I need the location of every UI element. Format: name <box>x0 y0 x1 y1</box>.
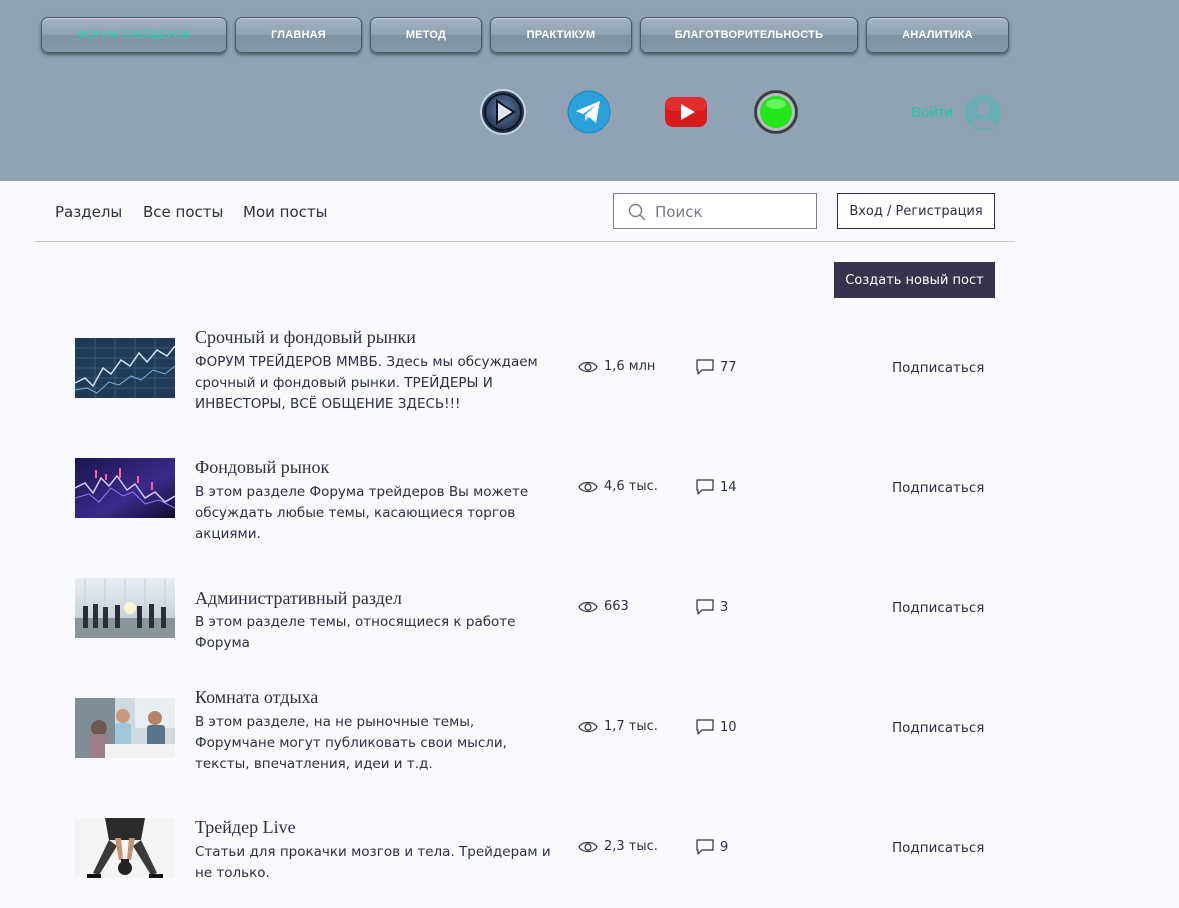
nav-method[interactable]: МЕТОД <box>370 17 482 53</box>
category-row[interactable]: Комната отдыха В этом разделе, на не рын… <box>0 678 1179 798</box>
login-link[interactable]: Войти <box>911 104 953 121</box>
views-count: 663 <box>604 599 629 614</box>
category-title[interactable]: Комната отдыха <box>195 687 318 708</box>
category-title[interactable]: Срочный и фондовый рынки <box>195 327 416 348</box>
eye-icon <box>578 721 598 732</box>
youtube-icon[interactable] <box>662 88 710 136</box>
comments-stat: 9 <box>696 839 728 855</box>
comments-count: 77 <box>720 359 737 375</box>
purple-chart-image <box>75 458 175 518</box>
nav-home[interactable]: ГЛАВНАЯ <box>235 17 362 53</box>
green-button-icon[interactable] <box>752 88 800 136</box>
login-register-button[interactable]: Вход / Регистрация <box>837 193 995 229</box>
views-stat: 2,3 тыс. <box>578 839 658 854</box>
eye-icon <box>578 481 598 492</box>
tab-sections[interactable]: Разделы <box>55 203 122 221</box>
search-input[interactable]: Поиск <box>613 193 817 229</box>
create-post-button[interactable]: Создать новый пост <box>834 262 995 298</box>
category-description: В этом разделе темы, относящиеся к работ… <box>195 614 516 651</box>
comments-stat: 10 <box>696 719 737 735</box>
tab-my-posts[interactable]: Мои посты <box>243 203 327 221</box>
views-count: 1,7 тыс. <box>604 719 658 734</box>
search-placeholder: Поиск <box>655 203 703 221</box>
kettlebell-image <box>75 818 175 878</box>
comment-icon <box>696 719 714 735</box>
video-play-icon[interactable] <box>479 88 527 136</box>
views-stat: 4,6 тыс. <box>578 479 658 494</box>
category-row[interactable]: Административный раздел В этом разделе т… <box>0 558 1179 678</box>
category-description: В этом разделе Форума трейдеров Вы может… <box>195 484 529 542</box>
views-stat: 1,6 млн <box>578 359 655 374</box>
comments-stat: 77 <box>696 359 737 375</box>
views-stat: 1,7 тыс. <box>578 719 658 734</box>
divider <box>35 241 1015 242</box>
comment-icon <box>696 599 714 615</box>
subscribe-button[interactable]: Подписаться <box>892 720 984 736</box>
subscribe-button[interactable]: Подписаться <box>892 600 984 616</box>
nav-charity[interactable]: БЛАГОТВОРИТЕЛЬНОСТЬ <box>640 17 858 53</box>
category-description: В этом разделе, на не рыночные темы, Фор… <box>195 714 507 772</box>
stock-chart-image <box>75 338 175 398</box>
site-header: ФОРУМ ТРЕЙДЕРОВ ГЛАВНАЯ МЕТОД ПРАКТИКУМ … <box>0 0 1179 181</box>
category-title[interactable]: Фондовый рынок <box>195 457 329 478</box>
category-description: ФОРУМ ТРЕЙДЕРОВ ММВБ. Здесь мы обсуждаем… <box>195 354 538 412</box>
comments-count: 14 <box>720 479 737 495</box>
category-title[interactable]: Административный раздел <box>195 588 402 609</box>
office-people-image <box>75 578 175 638</box>
category-row[interactable]: Трейдер Live Статьи для прокачки мозгов … <box>0 798 1179 908</box>
eye-icon <box>578 361 598 372</box>
category-row[interactable]: Срочный и фондовый рынки ФОРУМ ТРЕЙДЕРОВ… <box>0 318 1179 438</box>
category-row[interactable]: Фондовый рынок В этом разделе Форума тре… <box>0 438 1179 558</box>
views-count: 4,6 тыс. <box>604 479 658 494</box>
nav-forum-traders[interactable]: ФОРУМ ТРЕЙДЕРОВ <box>41 17 227 53</box>
eye-icon <box>578 841 598 852</box>
people-relaxing-image <box>75 698 175 758</box>
comments-count: 9 <box>720 839 729 855</box>
category-title[interactable]: Трейдер Live <box>195 817 296 838</box>
comments-count: 10 <box>720 719 737 735</box>
comments-stat: 3 <box>696 599 728 615</box>
comment-icon <box>696 359 714 375</box>
search-icon <box>628 203 646 221</box>
nav-practicum[interactable]: ПРАКТИКУМ <box>490 17 632 53</box>
eye-icon <box>578 601 598 612</box>
user-avatar-icon[interactable] <box>965 95 1001 131</box>
tab-all-posts[interactable]: Все посты <box>143 203 223 221</box>
views-count: 1,6 млн <box>604 359 656 374</box>
views-stat: 663 <box>578 599 629 614</box>
comment-icon <box>696 479 714 495</box>
telegram-icon[interactable] <box>565 88 613 136</box>
subscribe-button[interactable]: Подписаться <box>892 480 984 496</box>
subscribe-button[interactable]: Подписаться <box>892 360 984 376</box>
nav-analytics[interactable]: АНАЛИТИКА <box>866 17 1009 53</box>
comments-count: 3 <box>720 599 729 615</box>
subscribe-button[interactable]: Подписаться <box>892 840 984 856</box>
comment-icon <box>696 839 714 855</box>
comments-stat: 14 <box>696 479 737 495</box>
views-count: 2,3 тыс. <box>604 839 658 854</box>
category-description: Статьи для прокачки мозгов и тела. Трейд… <box>195 844 551 881</box>
